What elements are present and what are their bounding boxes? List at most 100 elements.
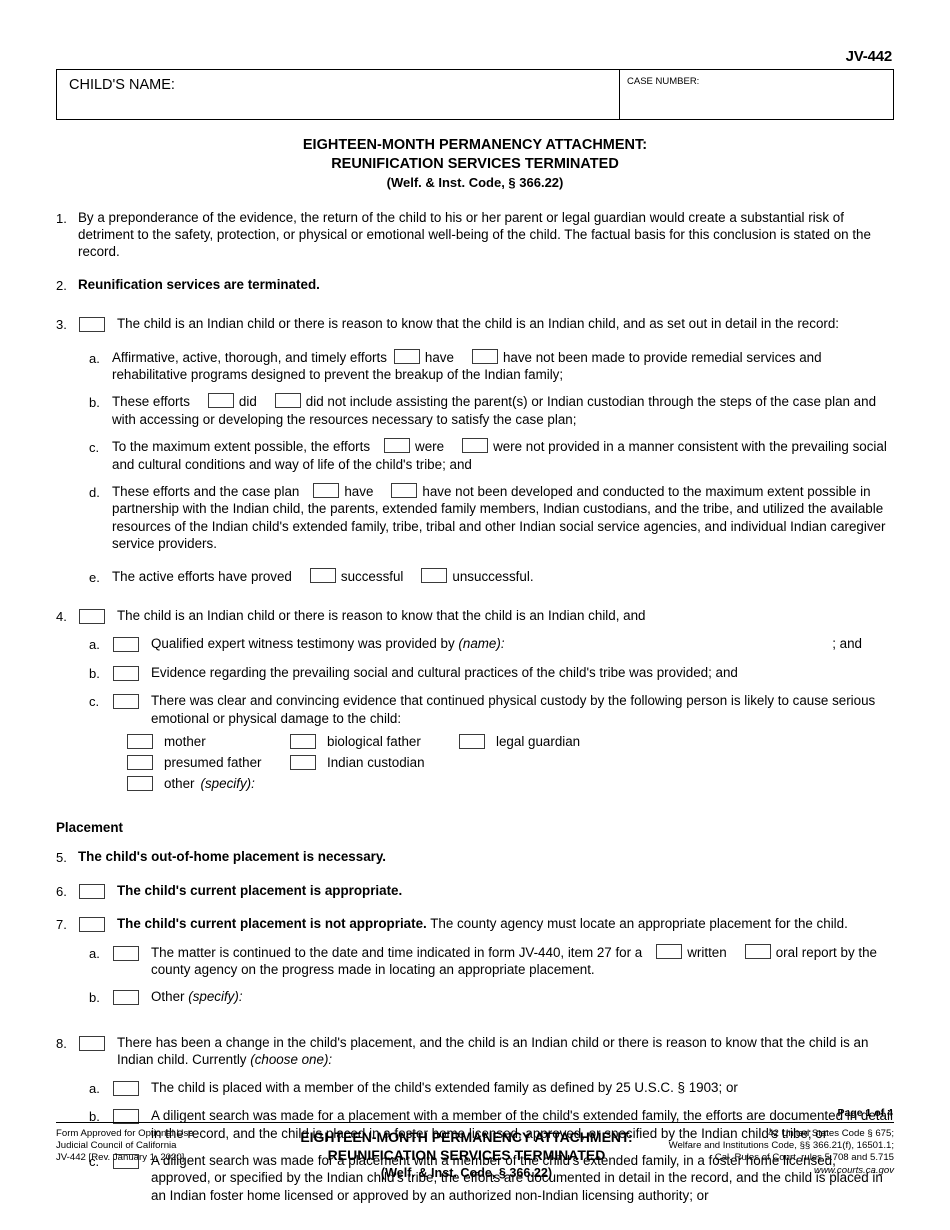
checkbox-item-6[interactable] (79, 883, 105, 899)
item-7a-option-1: written (687, 944, 727, 960)
checkbox-3a-have-not[interactable] (471, 348, 498, 364)
item-7a-option-2: oral (775, 944, 799, 960)
checkbox-7a-oral[interactable] (744, 943, 771, 959)
item-3a-option-1: have (424, 349, 454, 365)
item-4c-text: There was clear and convincing evidence … (151, 693, 876, 726)
checkbox-item-4b[interactable] (113, 665, 139, 681)
item-3c-option-1: were (415, 439, 445, 455)
item-8a: a. The child is placed with a member of … (56, 1079, 894, 1097)
checkbox-3b-did[interactable] (207, 393, 234, 409)
person-label-legal-guardian: legal guardian (496, 733, 581, 749)
item-3c-number: c. (89, 440, 100, 456)
person-checkbox-grid: mother biological father legal guardian … (56, 731, 894, 794)
item-7-number: 7. (56, 917, 67, 933)
title-line-2: REUNIFICATION SERVICES TERMINATED (331, 155, 619, 172)
item-2: 2. Reunification services are terminated… (56, 276, 894, 294)
item-3a-option-2: have not (502, 349, 555, 365)
item-3c: c. To the maximum extent possible, the e… (56, 438, 894, 473)
item-3a-text-1: Affirmative, active, thorough, and timel… (112, 349, 387, 365)
item-4b: b. Evidence regarding the prevailing soc… (56, 664, 894, 682)
checkbox-3d-have[interactable] (313, 482, 340, 498)
checkbox-item-7[interactable] (79, 917, 105, 933)
checkbox-3d-have-not[interactable] (391, 482, 418, 498)
item-2-number: 2. (56, 277, 67, 293)
checkbox-item-3[interactable] (79, 317, 105, 333)
person-row-2: presumed father Indian custodian (126, 752, 894, 773)
footer-council-line: Judicial Council of California (56, 1140, 177, 1152)
person-option-biological-father[interactable]: biological father (289, 733, 458, 750)
checkbox-legal-guardian[interactable] (459, 734, 485, 750)
person-option-legal-guardian[interactable]: legal guardian (458, 733, 580, 750)
item-1: 1. By a preponderance of the evidence, t… (56, 209, 894, 261)
child-name-field[interactable]: CHILD'S NAME: (57, 70, 620, 119)
item-4a-text: Qualified expert witness testimony was p… (151, 636, 455, 652)
item-4: 4. The child is an Indian child or there… (56, 607, 894, 625)
checkbox-item-4a[interactable] (113, 637, 139, 653)
person-option-other[interactable]: other (specify): (126, 775, 289, 792)
checkbox-biological-father[interactable] (290, 734, 316, 750)
item-3e: e. The active efforts have proved success… (56, 567, 894, 586)
item-7b-number: b. (89, 990, 100, 1006)
checkbox-3b-did-not[interactable] (274, 393, 301, 409)
section-heading-placement: Placement (56, 820, 123, 836)
footer-authority-line-1: 42 United States Code § 675; (768, 1128, 894, 1139)
person-option-mother[interactable]: mother (126, 733, 289, 750)
item-8-hint: (choose one): (250, 1052, 333, 1068)
item-3e-number: e. (89, 569, 100, 585)
checkbox-item-7a[interactable] (113, 945, 139, 961)
checkbox-item-8[interactable] (79, 1035, 105, 1051)
item-8a-text: The child is placed with a member of the… (151, 1079, 738, 1095)
item-4a-number: a. (89, 637, 100, 653)
footer-left-block: Form Approved for Optional Use Judicial … (56, 1128, 281, 1182)
identification-box: CHILD'S NAME: CASE NUMBER: (56, 69, 894, 120)
case-number-field[interactable]: CASE NUMBER: (620, 70, 893, 119)
item-4a-trailing: ; and (832, 636, 862, 652)
child-name-label: CHILD'S NAME: (69, 77, 175, 93)
item-4a-hint: (name): (458, 636, 505, 652)
checkbox-item-4c[interactable] (113, 694, 139, 710)
item-5-text: The child's out-of-home placement is nec… (78, 849, 387, 865)
item-3e-option-2: unsuccessful. (452, 568, 534, 584)
person-option-indian-custodian[interactable]: Indian custodian (289, 754, 458, 771)
person-option-presumed-father[interactable]: presumed father (126, 754, 289, 771)
form-body: 1. By a preponderance of the evidence, t… (56, 209, 894, 1205)
checkbox-other-person[interactable] (127, 776, 153, 792)
checkbox-mother[interactable] (127, 734, 153, 750)
checkbox-item-7b[interactable] (113, 990, 139, 1006)
checkbox-item-8a[interactable] (113, 1080, 139, 1096)
item-6: 6. The child's current placement is appr… (56, 882, 894, 900)
item-7a-text-1: The matter is continued to the date and … (151, 944, 643, 960)
item-4-number: 4. (56, 609, 67, 624)
form-page: JV-442 CHILD'S NAME: CASE NUMBER: EIGHTE… (0, 0, 950, 1230)
checkbox-3e-successful[interactable] (309, 567, 336, 583)
item-1-number: 1. (56, 210, 67, 226)
item-6-number: 6. (56, 883, 67, 899)
checkbox-item-4[interactable] (79, 609, 105, 624)
item-4b-number: b. (89, 665, 100, 681)
checkbox-indian-custodian[interactable] (290, 755, 316, 771)
item-7b: b. Other (specify): (56, 988, 894, 1006)
item-6-text: The child's current placement is appropr… (117, 882, 403, 898)
page-footer: Page 1 of 4 Form Approved for Optional U… (56, 1107, 894, 1182)
checkbox-presumed-father[interactable] (127, 755, 153, 771)
item-7a-number: a. (89, 945, 100, 961)
item-3e-option-1: successful (340, 568, 404, 584)
item-3d: d. These efforts and the case plan have ha… (56, 482, 894, 553)
page-number: Page 1 of 4 (837, 1107, 893, 1119)
checkbox-3c-were-not[interactable] (462, 438, 489, 454)
checkbox-7a-written[interactable] (656, 943, 683, 959)
item-2-text: Reunification services are terminated. (78, 276, 320, 292)
person-label-indian-custodian: Indian custodian (327, 754, 425, 770)
checkbox-3c-were[interactable] (384, 438, 411, 454)
item-3b-option-2: did not (305, 394, 346, 410)
item-8-text: There has been a change in the child's p… (117, 1034, 869, 1068)
footer-authority-line-3: Cal. Rules of Court, rules 5.708 and 5.7… (714, 1152, 894, 1164)
checkbox-3a-have[interactable] (393, 348, 420, 364)
checkbox-3e-unsuccessful[interactable] (421, 567, 448, 583)
item-5-number: 5. (56, 850, 67, 866)
item-5: 5. The child's out-of-home placement is … (56, 848, 894, 866)
item-3e-text-1: The active efforts have proved (112, 568, 292, 584)
title-line-1: EIGHTEEN-MONTH PERMANENCY ATTACHMENT: (302, 137, 648, 153)
person-label-mother: mother (164, 733, 206, 749)
item-3b: b. These efforts did did not include assis… (56, 393, 894, 428)
